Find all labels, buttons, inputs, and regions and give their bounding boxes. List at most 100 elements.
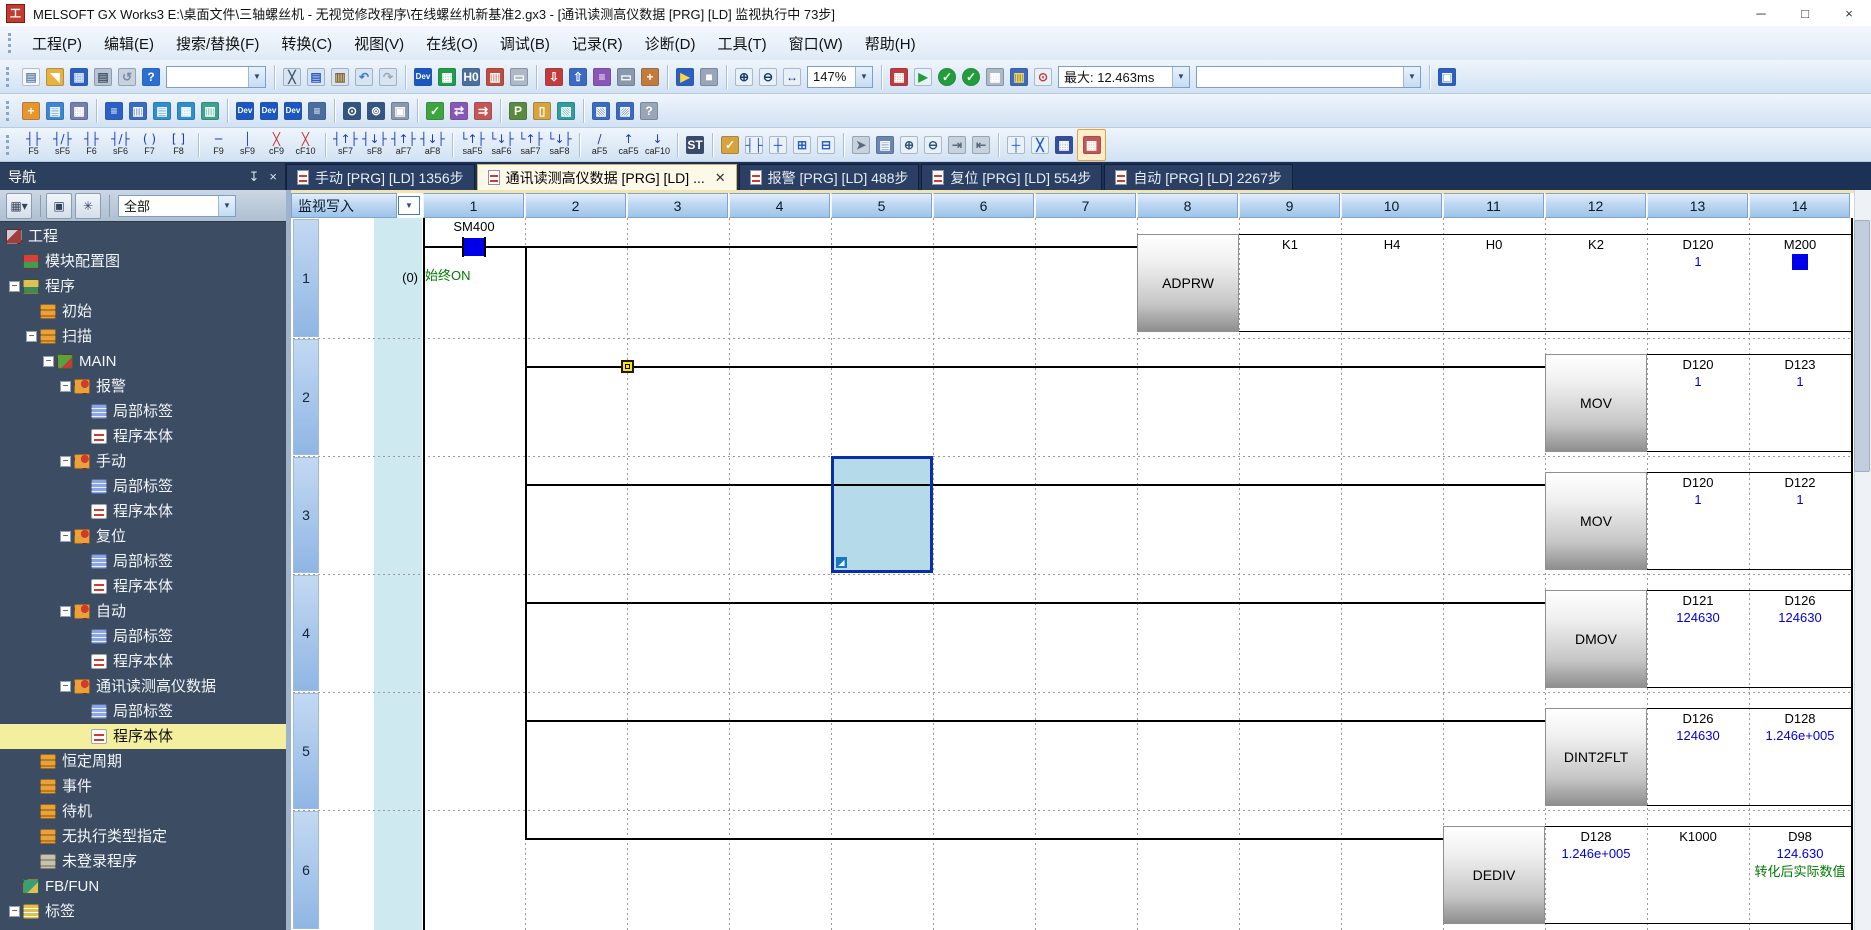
paste-button[interactable]: ▥ bbox=[329, 65, 351, 89]
nav-filter-combo[interactable]: 全部 ▼ bbox=[118, 195, 236, 217]
menu-item-b[interactable]: 调试(B) bbox=[489, 28, 561, 59]
program-config-button[interactable]: ▤ bbox=[44, 99, 66, 123]
device-batch-button[interactable]: H0 bbox=[460, 65, 482, 89]
chevron-down-icon[interactable]: ▼ bbox=[855, 67, 872, 87]
project-history-button[interactable]: ↺ bbox=[116, 65, 138, 89]
window-tile-button[interactable]: ▨ bbox=[614, 99, 636, 123]
read-from-plc-button[interactable]: ⇧ bbox=[567, 65, 589, 89]
write-to-plc-button[interactable]: ⇩ bbox=[543, 65, 565, 89]
intelligent-monitor-button[interactable]: ▥ bbox=[199, 99, 221, 123]
instruction-block-dmov[interactable]: DMOV bbox=[1545, 590, 1647, 688]
menu-item-e[interactable]: 编辑(E) bbox=[93, 28, 165, 59]
rising-pulse-close-button[interactable]: ┤↑├aF7 bbox=[390, 130, 417, 160]
tree-item-22[interactable]: 事件 bbox=[0, 774, 286, 799]
chevron-down-icon[interactable]: ▼ bbox=[218, 196, 235, 216]
undo-button[interactable]: ↶ bbox=[353, 65, 375, 89]
rising-branch-button[interactable]: └↑├saF5 bbox=[459, 130, 486, 160]
tree-expander-icon[interactable]: − bbox=[60, 606, 71, 617]
redo-button[interactable]: ↷ bbox=[377, 65, 399, 89]
chevron-down-icon[interactable]: ▼ bbox=[1403, 67, 1420, 87]
delete-hline-button[interactable]: ╳cF9 bbox=[263, 130, 290, 160]
document-tab-3[interactable]: 报警 [PRG] [LD] 488步 bbox=[739, 164, 920, 190]
close-contact-button[interactable]: ┤/├sF5 bbox=[49, 130, 76, 160]
monitor-mode-dropdown[interactable]: ▼ bbox=[398, 196, 420, 215]
wire-tool-selected-button[interactable]: ▦ bbox=[1077, 129, 1106, 161]
operand-name-h0[interactable]: H0 bbox=[1443, 237, 1545, 253]
module-tool-button[interactable]: ▦ bbox=[984, 65, 1006, 89]
pin-icon[interactable]: ↧ bbox=[249, 169, 260, 185]
find-button[interactable]: ⊙ bbox=[341, 99, 363, 123]
tree-expander-icon[interactable]: − bbox=[9, 906, 20, 917]
zoom-out-button[interactable]: ⊖ bbox=[757, 65, 779, 89]
operand-name-k2[interactable]: K2 bbox=[1545, 237, 1647, 253]
operand-name-d126[interactable]: D126 bbox=[1647, 711, 1749, 727]
operand-name-d122[interactable]: D122 bbox=[1749, 475, 1851, 491]
maximize-button[interactable]: □ bbox=[1783, 1, 1827, 26]
menu-item-w[interactable]: 窗口(W) bbox=[778, 28, 854, 59]
tree-item-24[interactable]: 无执行类型指定 bbox=[0, 824, 286, 849]
operand-name-k1000[interactable]: K1000 bbox=[1647, 829, 1749, 845]
chevron-down-icon[interactable]: ▼ bbox=[1172, 67, 1189, 87]
scan-time-combo[interactable]: 最大: 12.463ms▼ bbox=[1058, 66, 1190, 88]
rising-branch2-button[interactable]: └↑├saF7 bbox=[517, 130, 544, 160]
menu-item-p[interactable]: 工程(P) bbox=[21, 28, 93, 59]
parameter-button[interactable]: P bbox=[507, 99, 529, 123]
close-branch-button[interactable]: ┤/├sF6 bbox=[107, 130, 134, 160]
tree-item-6[interactable]: −报警 bbox=[0, 374, 286, 399]
memory-card-button[interactable]: ▯ bbox=[531, 99, 553, 123]
document-tab-4[interactable]: 复位 [PRG] [LD] 554步 bbox=[921, 164, 1102, 190]
falling-pulse-close-button[interactable]: ┤↓├aF8 bbox=[419, 130, 446, 160]
instruction-block-adprw[interactable]: ADPRW bbox=[1137, 234, 1239, 332]
tree-item-16[interactable]: 局部标签 bbox=[0, 624, 286, 649]
operand-name-h4[interactable]: H4 bbox=[1341, 237, 1443, 253]
operand-name-d123[interactable]: D123 bbox=[1749, 357, 1851, 373]
spare-tool-button[interactable]: ▭ bbox=[508, 65, 530, 89]
close-button[interactable]: × bbox=[1827, 1, 1871, 26]
tree-expander-icon[interactable]: − bbox=[60, 531, 71, 542]
new-project-button[interactable]: ▤ bbox=[20, 65, 42, 89]
falling-branch2-button[interactable]: └↓├saF8 bbox=[546, 130, 573, 160]
row-number-cell-5[interactable]: 5 bbox=[293, 693, 319, 809]
watch-select-combo[interactable]: ▼ bbox=[1196, 66, 1421, 88]
tree-expander-icon[interactable]: − bbox=[60, 456, 71, 467]
tree-item-2[interactable]: −程序 bbox=[0, 274, 286, 299]
minimize-button[interactable]: ─ bbox=[1739, 1, 1783, 26]
menu-item-v[interactable]: 视图(V) bbox=[343, 28, 415, 59]
new-data-button[interactable]: + bbox=[20, 99, 42, 123]
operand-name-d120[interactable]: D120 bbox=[1647, 475, 1749, 491]
plc-diagnostics-button[interactable]: + bbox=[639, 65, 661, 89]
row-number-cell-2[interactable]: 2 bbox=[293, 339, 319, 455]
tree-item-MAIN[interactable]: −MAIN bbox=[0, 349, 286, 374]
coil-button[interactable]: ( )F7 bbox=[136, 130, 163, 160]
tree-item-18[interactable]: −通讯读测高仪数据 bbox=[0, 674, 286, 699]
monitor-start-button[interactable]: ▶ bbox=[674, 65, 696, 89]
tree-expander-icon[interactable]: − bbox=[60, 681, 71, 692]
watch-window2-button[interactable]: ▦ bbox=[175, 99, 197, 123]
menu-item-r[interactable]: 记录(R) bbox=[561, 28, 634, 59]
element-select-button[interactable]: ▣ bbox=[389, 99, 411, 123]
remote-operation-button[interactable]: ▭ bbox=[615, 65, 637, 89]
menu-item-d[interactable]: 诊断(D) bbox=[634, 28, 707, 59]
operand-name-d121[interactable]: D121 bbox=[1647, 593, 1749, 609]
line-edit-button[interactable]: ┼ bbox=[767, 133, 789, 157]
operand-name-d120[interactable]: D120 bbox=[1647, 357, 1749, 373]
vertical-line-button[interactable]: │sF9 bbox=[234, 130, 261, 160]
invert-operation-button[interactable]: /aF5 bbox=[586, 130, 613, 160]
tree-item-19[interactable]: 局部标签 bbox=[0, 699, 286, 724]
module-config-button[interactable]: ▦ bbox=[68, 99, 90, 123]
tree-item-3[interactable]: 初始 bbox=[0, 299, 286, 324]
row-number-cell-3[interactable]: 3 bbox=[293, 457, 319, 573]
operand-name-d128[interactable]: D128 bbox=[1749, 711, 1851, 727]
tree-item-21[interactable]: 恒定周期 bbox=[0, 749, 286, 774]
instruction-block-dint2flt[interactable]: DINT2FLT bbox=[1545, 708, 1647, 806]
device-comment-button[interactable]: Dev bbox=[412, 65, 434, 89]
open-branch-button[interactable]: ┤├F6 bbox=[78, 130, 105, 160]
wire-junction-button[interactable]: ╳ bbox=[1029, 133, 1051, 157]
tree-item-0[interactable]: 工程 bbox=[0, 224, 286, 249]
invert-result-rising-button[interactable]: ↑caF5 bbox=[615, 130, 642, 160]
project-select-combo[interactable]: ▼ bbox=[166, 66, 266, 88]
instruction-block-dediv[interactable]: DEDIV bbox=[1443, 826, 1545, 924]
delete-row-button[interactable]: ⊟ bbox=[815, 133, 837, 157]
tree-item-15[interactable]: −自动 bbox=[0, 599, 286, 624]
window-cascade-button[interactable]: ▧ bbox=[590, 99, 612, 123]
